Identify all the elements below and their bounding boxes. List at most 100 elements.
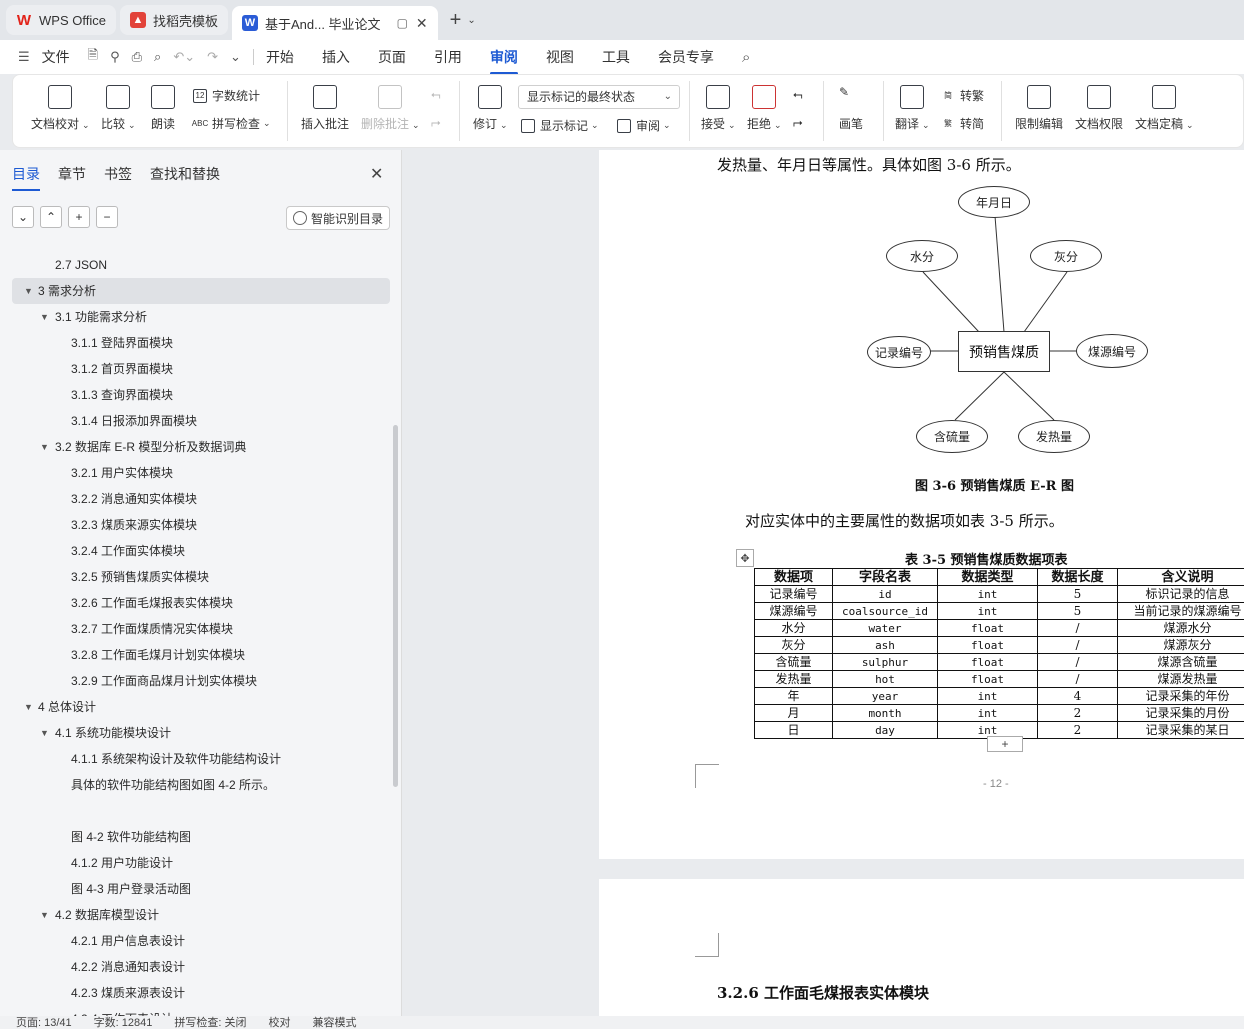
proofread-indicator[interactable]: 校对 [268, 1016, 290, 1029]
search-icon[interactable]: ⌕ [742, 49, 750, 66]
new-tab-plus-icon[interactable]: + [450, 9, 462, 32]
restrict-edit-button[interactable]: 限制编辑 [1015, 85, 1063, 132]
add-row-button[interactable]: + [987, 736, 1023, 752]
expand-arrow-icon[interactable]: ▼ [40, 304, 49, 330]
menu-insert[interactable]: 插入 [322, 47, 350, 67]
reject-button[interactable]: 拒绝 ⌄ [747, 85, 782, 132]
menu-tools[interactable]: 工具 [602, 47, 630, 67]
tab-toc[interactable]: 目录 [12, 164, 40, 191]
markup-state-select[interactable]: 显示标记的最终状态 ⌄ [518, 85, 680, 109]
toc-item[interactable]: 3.2.1 用户实体模块 [0, 460, 392, 486]
prev-change-icon[interactable]: ⮢ [793, 87, 803, 102]
toc-scrollbar[interactable] [393, 425, 398, 787]
toc-item[interactable]: 3.2.3 煤质来源实体模块 [0, 512, 392, 538]
page-indicator[interactable]: 页面: 13/41 [16, 1016, 72, 1029]
tab-window-icon[interactable]: ▢ [397, 16, 408, 30]
show-markup-button[interactable]: 显示标记 ⌄ [521, 117, 599, 134]
spell-check-indicator[interactable]: 拼写检查: 关闭 [174, 1016, 246, 1029]
doc-permission-button[interactable]: 文档权限 [1075, 85, 1123, 132]
word-count-indicator[interactable]: 字数: 12841 [94, 1016, 153, 1029]
toc-item[interactable]: 3.2.8 工作面毛煤月计划实体模块 [0, 642, 392, 668]
expand-arrow-icon[interactable]: ▼ [40, 720, 49, 746]
toc-item[interactable]: 3.2.9 工作面商品煤月计划实体模块 [0, 668, 392, 694]
tab-chapters[interactable]: 章节 [58, 164, 86, 184]
undo-icon[interactable]: ↶⌄ [173, 49, 195, 65]
read-aloud-button[interactable]: 朗读 [151, 85, 175, 132]
toc-item[interactable]: 3.1.3 查询界面模块 [0, 382, 392, 408]
toc-item[interactable]: 4.2.2 消息通知表设计 [0, 954, 392, 980]
tab-daoke-templates[interactable]: ▲ 找稻壳模板 [119, 5, 228, 35]
print-icon[interactable]: ⎙ [132, 49, 142, 65]
prev-comment-icon[interactable]: ⮢ [431, 87, 441, 102]
print-preview-icon[interactable]: ⌕ [154, 49, 161, 65]
chevron-down-icon[interactable]: ⌄ [12, 206, 34, 228]
toc-item[interactable]: ▼ 4.2 数据库模型设计 [0, 902, 392, 928]
review-pane-button[interactable]: 审阅 ⌄ [617, 117, 671, 134]
expand-arrow-icon[interactable]: ▼ [40, 902, 49, 928]
toc-item[interactable]: ▼ 3.1 功能需求分析 [0, 304, 392, 330]
toc-item[interactable]: 3.2.6 工作面毛煤报表实体模块 [0, 590, 392, 616]
toc-item[interactable]: 3.2.2 消息通知实体模块 [0, 486, 392, 512]
toc-item[interactable]: 4.1.1 系统架构设计及软件功能结构设计 [0, 746, 392, 772]
toc-item[interactable]: 4.1.2 用户功能设计 [0, 850, 392, 876]
save-icon[interactable]: 🗎 [88, 46, 98, 68]
table-move-handle-icon[interactable]: ✥ [736, 549, 754, 567]
next-comment-icon[interactable]: ⮣ [431, 115, 441, 130]
expand-arrow-icon[interactable]: ▼ [40, 434, 49, 460]
close-tab-icon[interactable]: ✕ [416, 15, 428, 32]
toc-item[interactable]: 2.7 JSON [0, 252, 392, 278]
toc-item[interactable]: 具体的软件功能结构图如图 4-2 所示。 [0, 772, 392, 798]
menu-page[interactable]: 页面 [378, 47, 406, 67]
menu-member[interactable]: 会员专享 [658, 47, 714, 67]
minus-icon[interactable]: − [96, 206, 118, 228]
accept-button[interactable]: 接受 ⌄ [701, 85, 736, 132]
doc-finalize-button[interactable]: 文档定稿 ⌄ [1135, 85, 1194, 132]
toc-item[interactable] [0, 798, 392, 824]
compare-button[interactable]: 比较 ⌄ [101, 85, 136, 132]
tab-document[interactable]: W 基于And... 毕业论文 ▢ ✕ [231, 6, 438, 40]
toc-item[interactable]: 图 4-3 用户登录活动图 [0, 876, 392, 902]
plus-icon[interactable]: + [68, 206, 90, 228]
delete-comment-button[interactable]: 删除批注 ⌄ [361, 85, 420, 132]
close-icon[interactable]: ✕ [370, 164, 383, 184]
track-changes-button[interactable]: 修订 ⌄ [473, 85, 508, 132]
insert-comment-button[interactable]: 插入批注 [301, 85, 349, 132]
menu-home[interactable]: 开始 [266, 47, 294, 67]
menu-file[interactable]: 文件 [42, 47, 70, 67]
pen-button[interactable]: ✎ 画笔 [839, 85, 863, 132]
tab-bookmarks[interactable]: 书签 [104, 164, 132, 184]
toc-item[interactable]: 3.1.2 首页界面模块 [0, 356, 392, 382]
toc-item[interactable]: 4.2.3 煤质来源表设计 [0, 980, 392, 1006]
spell-check-button[interactable]: ABC 拼写检查 ⌄ [192, 115, 271, 132]
toc-item[interactable]: 3.2.4 工作面实体模块 [0, 538, 392, 564]
doc-check-button[interactable]: 文档校对 ⌄ [31, 85, 90, 132]
next-change-icon[interactable]: ⮣ [793, 115, 803, 130]
tab-find-replace[interactable]: 查找和替换 [150, 164, 220, 184]
toc-item[interactable]: 4.2.1 用户信息表设计 [0, 928, 392, 954]
toc-item[interactable]: 3.1.1 登陆界面模块 [0, 330, 392, 356]
toc-item[interactable]: 3.1.4 日报添加界面模块 [0, 408, 392, 434]
redo-icon[interactable]: ↷ [207, 49, 218, 65]
tab-wps-office[interactable]: W WPS Office [6, 5, 116, 35]
chevron-up-icon[interactable]: ⌃ [40, 206, 62, 228]
toc-item[interactable]: ▼ 3.2 数据库 E-R 模型分析及数据词典 [0, 434, 392, 460]
toc-item[interactable]: 图 4-2 软件功能结构图 [0, 824, 392, 850]
expand-arrow-icon[interactable]: ▼ [24, 694, 33, 720]
word-count-button[interactable]: 12 字数统计 [193, 87, 260, 104]
translate-button[interactable]: 翻译 ⌄ [895, 85, 930, 132]
expand-arrow-icon[interactable]: ▼ [24, 278, 33, 304]
toc-item[interactable]: 3.2.7 工作面煤质情况实体模块 [0, 616, 392, 642]
share-icon[interactable]: ⚲ [110, 49, 120, 65]
chevron-down-icon[interactable]: ⌄ [467, 15, 475, 26]
to-simplified-button[interactable]: 繁 转简 [941, 115, 984, 132]
smart-toc-button[interactable]: 智能识别目录 [286, 206, 390, 230]
toc-item[interactable]: ▼ 4 总体设计 [0, 694, 392, 720]
to-traditional-button[interactable]: 简 转繁 [941, 87, 984, 104]
menu-references[interactable]: 引用 [434, 47, 462, 67]
more-chevron-icon[interactable]: ⌄ [230, 49, 241, 65]
menu-review[interactable]: 审阅 [489, 47, 518, 75]
hamburger-menu-icon[interactable]: ☰ [18, 49, 30, 65]
menu-view[interactable]: 视图 [546, 47, 574, 67]
toc-item[interactable]: ▼ 4.1 系统功能模块设计 [0, 720, 392, 746]
toc-item[interactable]: ▼ 3 需求分析 [12, 278, 390, 304]
